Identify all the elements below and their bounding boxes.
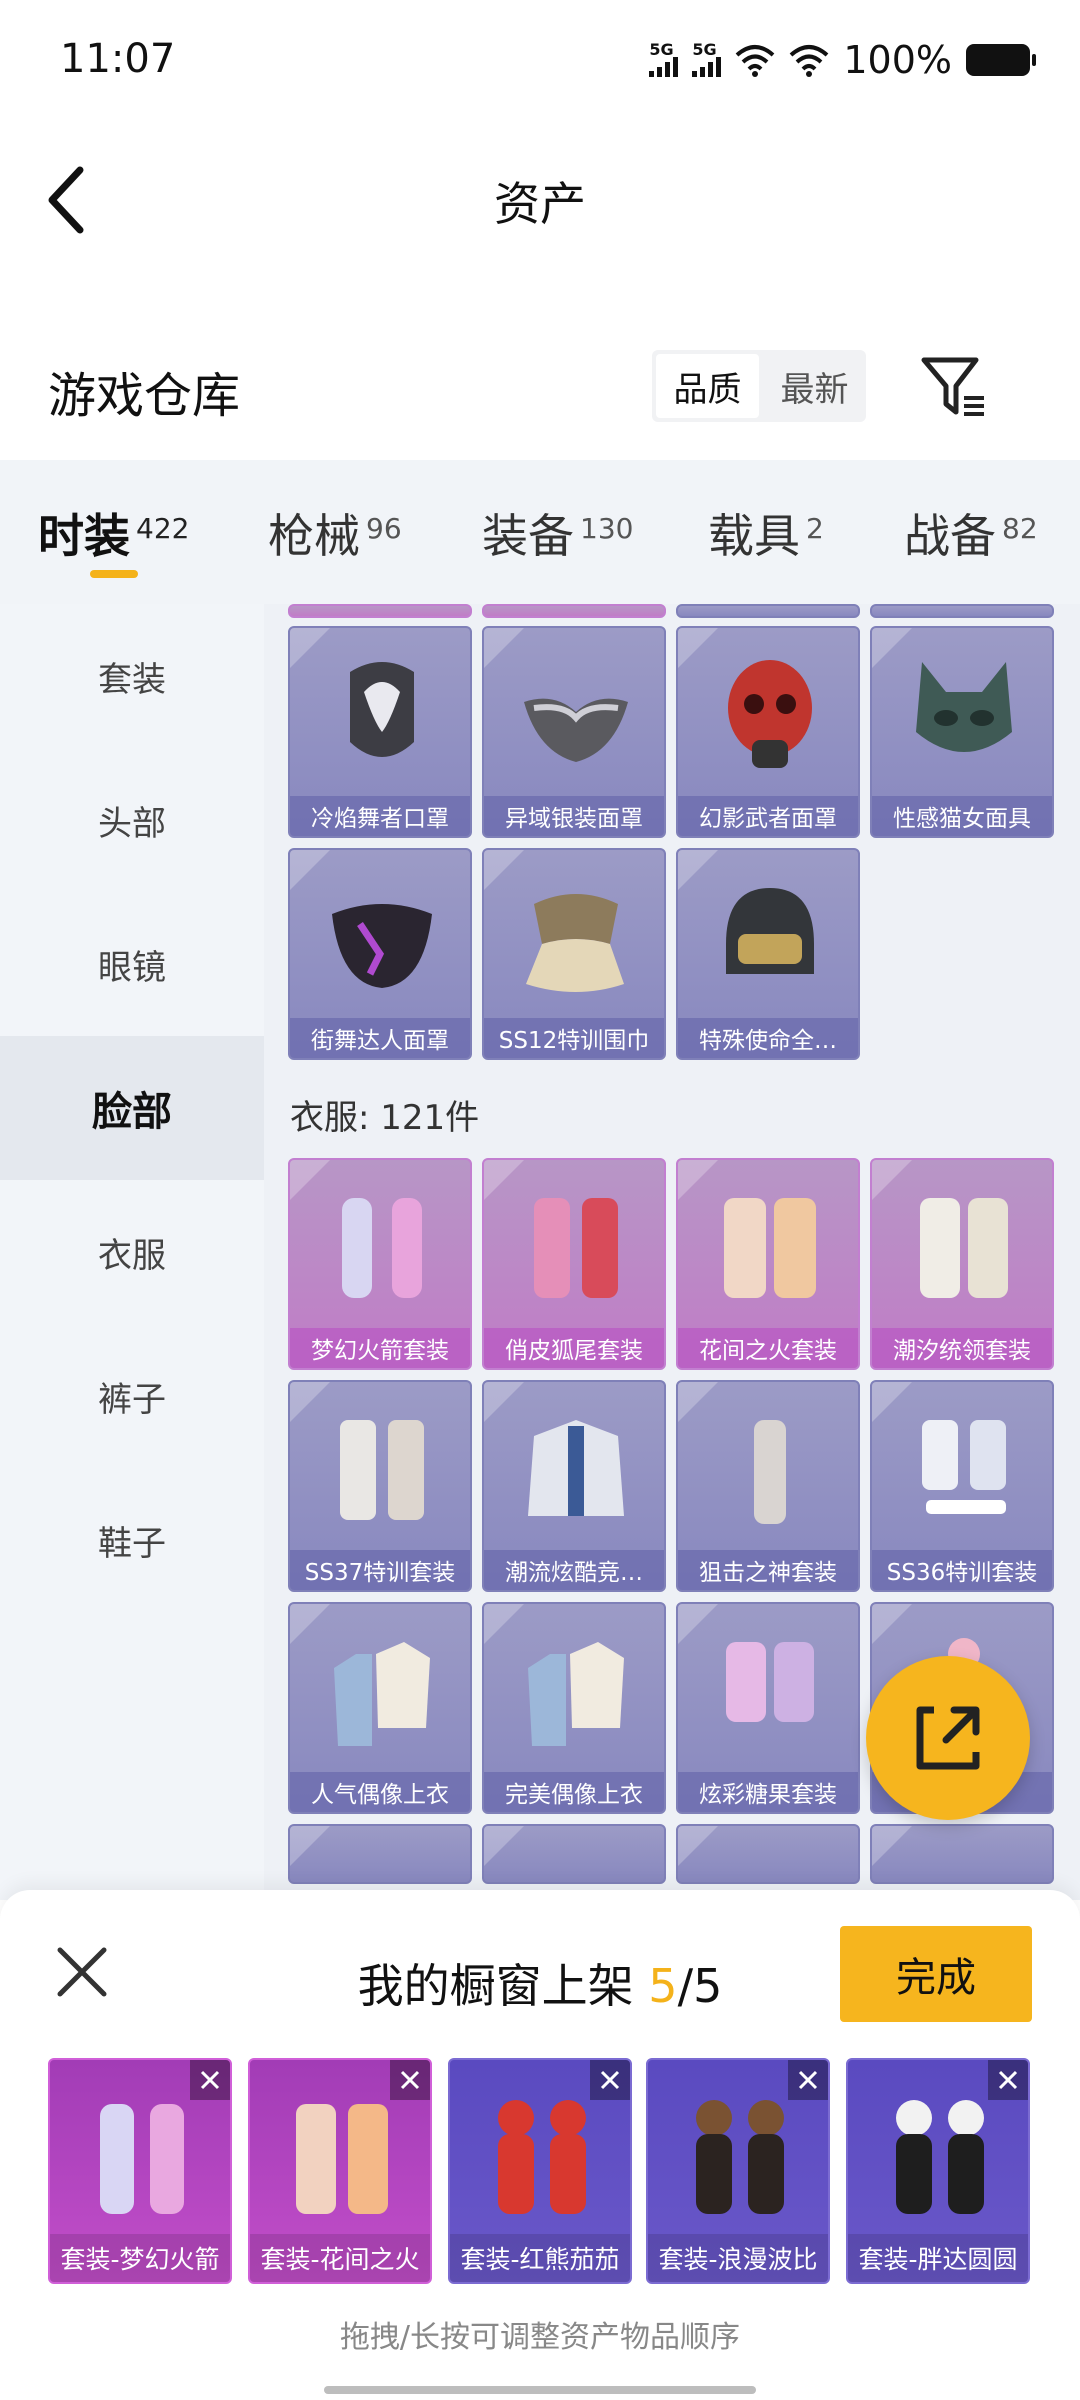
remove-icon[interactable] (988, 2060, 1028, 2100)
item-card[interactable] (288, 1824, 472, 1884)
outfit-thumbnail-icon (296, 2104, 388, 2214)
jacket-thumbnail-icon (528, 1420, 624, 1516)
item-card[interactable]: 冷焰舞者口罩 (288, 626, 472, 838)
status-time: 11:07 (60, 36, 176, 82)
item-card[interactable]: 完美偶像上衣 (482, 1602, 666, 1814)
remove-icon[interactable] (788, 2060, 828, 2100)
section-title: 游戏仓库 (48, 368, 241, 424)
battery-icon (966, 44, 1036, 76)
item-card[interactable]: 特殊使命全… (676, 848, 860, 1060)
signal-icon-2: 5G (692, 42, 722, 77)
outfit-thumbnail-icon (534, 1198, 618, 1298)
item-card[interactable]: SS36特训套装 (870, 1380, 1054, 1592)
sidebar-item-face[interactable]: 脸部 (0, 1036, 264, 1180)
item-card[interactable]: SS37特训套装 (288, 1380, 472, 1592)
reorder-hint: 拖拽/长按可调整资产物品顺序 (339, 2320, 741, 2355)
outfit-thumbnail-icon (896, 2100, 984, 2214)
share-button[interactable] (866, 1656, 1030, 1820)
outfit-thumbnail-icon (498, 2100, 586, 2214)
mask-thumbnail-icon (916, 662, 1012, 752)
mask-thumbnail-icon (728, 660, 812, 768)
item-card[interactable] (482, 1824, 666, 1884)
item-card[interactable] (870, 604, 1054, 618)
item-card[interactable]: 性感猫女面具 (870, 626, 1054, 838)
item-card[interactable]: 幻影武者面罩 (676, 626, 860, 838)
sidebar-item-suits[interactable]: 套装 (0, 604, 264, 748)
item-card[interactable] (482, 604, 666, 618)
sort-newest-button[interactable]: 最新 (763, 350, 866, 422)
mask-thumbnail-icon (524, 698, 628, 762)
item-card[interactable]: 花间之火套装 (676, 1158, 860, 1370)
item-card[interactable]: 人气偶像上衣 (288, 1602, 472, 1814)
item-card[interactable] (870, 1824, 1054, 1884)
item-card[interactable] (676, 604, 860, 618)
shirt-thumbnail-icon (528, 1642, 624, 1746)
outfit-thumbnail-icon (340, 1420, 424, 1520)
item-card[interactable]: 俏皮狐尾套装 (482, 1158, 666, 1370)
outfit-thumbnail-icon (100, 2104, 184, 2214)
item-card[interactable]: 狙击之神套装 (676, 1380, 860, 1592)
outfit-thumbnail-icon (726, 1642, 814, 1722)
showcase-slot[interactable]: 套装-花间之火 (248, 2058, 432, 2284)
item-card[interactable]: 街舞达人面罩 (288, 848, 472, 1060)
battery-percent: 100% (843, 38, 952, 82)
tab-fashion[interactable]: 时装 422 (38, 500, 189, 566)
filter-icon[interactable] (918, 352, 990, 424)
remove-icon[interactable] (390, 2060, 430, 2100)
mask-thumbnail-icon (350, 662, 414, 757)
outfit-thumbnail-icon (724, 1198, 816, 1298)
outfit-thumbnail-icon (696, 2100, 784, 2214)
tab-guns[interactable]: 枪械 96 (268, 500, 402, 566)
sidebar-item-shoes[interactable]: 鞋子 (0, 1468, 264, 1612)
outfit-thumbnail-icon (342, 1198, 422, 1298)
item-card[interactable]: 梦幻火箭套装 (288, 1158, 472, 1370)
share-icon (916, 1706, 980, 1770)
remove-icon[interactable] (590, 2060, 630, 2100)
tab-vehicles[interactable]: 载具 2 (708, 500, 824, 566)
clothes-section-heading: 衣服: 121件 (290, 1098, 480, 1138)
shirt-thumbnail-icon (334, 1642, 430, 1746)
item-card[interactable]: SS12特训围巾 (482, 848, 666, 1060)
outfit-thumbnail-icon (754, 1420, 786, 1524)
item-card[interactable]: 异域银装面罩 (482, 626, 666, 838)
showcase-slot[interactable]: 套装-胖达圆圆 (846, 2058, 1030, 2284)
tab-equipment[interactable]: 装备 130 (482, 500, 633, 566)
item-card[interactable]: 潮汐统领套装 (870, 1158, 1054, 1370)
showcase-slot[interactable]: 套装-梦幻火箭 (48, 2058, 232, 2284)
item-card[interactable] (676, 1824, 860, 1884)
outfit-thumbnail-icon (920, 1198, 1008, 1298)
active-tab-indicator (90, 570, 138, 578)
done-button[interactable]: 完成 (840, 1926, 1032, 2022)
showcase-count: 5 (648, 1959, 678, 2013)
sidebar-item-head[interactable]: 头部 (0, 748, 264, 892)
item-card[interactable]: 炫彩糖果套装 (676, 1602, 860, 1814)
showcase-slot[interactable]: 套装-红熊茄茄 (448, 2058, 632, 2284)
sidebar-item-clothes[interactable]: 衣服 (0, 1180, 264, 1324)
showcase-slot[interactable]: 套装-浪漫波比 (646, 2058, 830, 2284)
wifi-icon (736, 45, 775, 77)
outfit-thumbnail-icon (922, 1420, 1006, 1514)
page-title: 资产 (494, 177, 586, 231)
item-card[interactable]: 潮流炫酷竞… (482, 1380, 666, 1592)
helmet-thumbnail-icon (726, 888, 814, 974)
wifi-icon-2 (790, 45, 829, 77)
sidebar-item-glasses[interactable]: 眼镜 (0, 892, 264, 1036)
showcase-total: 5 (693, 1959, 723, 2013)
mask-thumbnail-icon (332, 904, 432, 988)
sort-toggle: 品质 最新 (652, 350, 866, 422)
item-card[interactable] (288, 604, 472, 618)
scarf-thumbnail-icon (526, 894, 624, 992)
sidebar-item-pants[interactable]: 裤子 (0, 1324, 264, 1468)
signal-icon: 5G (649, 42, 679, 77)
remove-icon[interactable] (190, 2060, 230, 2100)
home-indicator[interactable] (324, 2386, 756, 2394)
status-icons: 5G 5G 100% (649, 36, 1036, 84)
tab-supplies[interactable]: 战备 82 (904, 500, 1038, 566)
sort-quality-button[interactable]: 品质 (656, 354, 759, 418)
